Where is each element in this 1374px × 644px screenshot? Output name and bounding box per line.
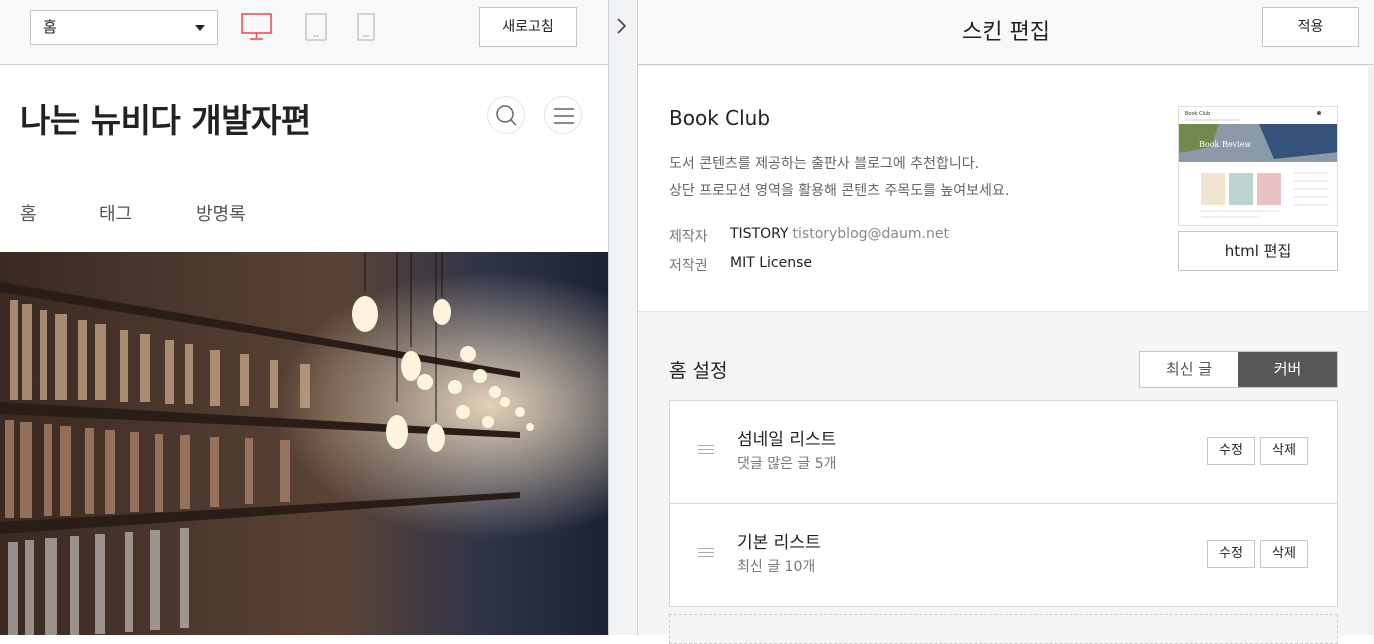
html-edit-button[interactable]: html 편집	[1178, 231, 1338, 271]
mode-latest-posts[interactable]: 최신 글	[1140, 352, 1238, 387]
skin-name: Book Club	[669, 106, 771, 130]
cover-item-title: 섬네일 리스트	[737, 430, 837, 450]
license-value: MIT License	[730, 255, 812, 271]
apply-button[interactable]: 적용	[1262, 7, 1359, 47]
edit-button[interactable]: 수정	[1207, 437, 1255, 465]
edit-button[interactable]: 수정	[1207, 540, 1255, 568]
cover-item-subtitle: 최신 글 10개	[737, 559, 816, 575]
refresh-button[interactable]: 새로고침	[479, 7, 577, 47]
author-email: tistoryblog@daum.net	[792, 226, 949, 242]
tablet-icon[interactable]	[305, 13, 327, 41]
drag-handle-icon[interactable]	[698, 548, 714, 560]
mode-cover[interactable]: 커버	[1238, 352, 1337, 387]
nav-home[interactable]: 홈	[20, 200, 37, 226]
nav-tag[interactable]: 태그	[99, 200, 132, 226]
blog-title[interactable]: 나는 뉴비다 개발자편	[20, 94, 311, 142]
page-select[interactable]: 홈	[30, 10, 218, 45]
cover-list-item: 섬네일 리스트 댓글 많은 글 5개 수정 삭제	[669, 400, 1338, 504]
bookshelf-image	[0, 252, 612, 635]
desktop-icon[interactable]	[241, 13, 272, 41]
author-value: TISTORY tistoryblog@daum.net	[730, 226, 949, 242]
preview-pane: 홈 새로고침 나는 뉴비다 개발자편 홈 태그 방명록	[0, 0, 630, 635]
chevron-down-icon	[195, 25, 205, 31]
mobile-icon[interactable]	[357, 13, 375, 41]
skin-description-line2: 상단 프로모션 영역을 활용해 콘텐츠 주목도를 높여보세요.	[669, 183, 1010, 199]
panel-scrollbar[interactable]	[1368, 66, 1374, 635]
nav-guestbook[interactable]: 방명록	[196, 200, 246, 226]
hamburger-icon	[554, 108, 574, 124]
cover-item-subtitle: 댓글 많은 글 5개	[737, 456, 837, 472]
page-select-value: 홈	[43, 18, 57, 36]
home-settings-title: 홈 설정	[669, 360, 728, 382]
home-mode-toggle: 최신 글 커버	[1139, 351, 1338, 388]
skin-edit-panel: 스킨 편집 적용 Book Club 도서 콘텐츠를 제공하는 출판사 블로그에…	[638, 0, 1374, 644]
chevron-right-icon[interactable]	[609, 0, 637, 52]
cover-list-item: 기본 리스트 최신 글 10개 수정 삭제	[669, 503, 1338, 607]
thumb-banner-text: Book Review	[1199, 140, 1251, 149]
skin-preview-image: Book Club Book Review	[1179, 107, 1337, 225]
menu-button[interactable]	[544, 96, 582, 134]
add-cover-item-area[interactable]	[669, 614, 1338, 644]
skin-info-card: Book Club 도서 콘텐츠를 제공하는 출판사 블로그에 추천합니다. 상…	[638, 66, 1368, 312]
thumb-title: Book Club	[1185, 111, 1210, 117]
preview-toolbar: 홈 새로고침	[0, 0, 608, 65]
search-icon	[496, 105, 517, 126]
blog-preview: 나는 뉴비다 개발자편 홈 태그 방명록	[0, 66, 612, 635]
cover-image	[0, 252, 612, 635]
author-label: 제작자	[669, 229, 708, 245]
author-name: TISTORY	[730, 226, 789, 242]
drag-handle-icon[interactable]	[698, 445, 714, 457]
skin-description-line1: 도서 콘텐츠를 제공하는 출판사 블로그에 추천합니다.	[669, 156, 980, 172]
license-label: 저작권	[669, 258, 708, 274]
panel-header: 스킨 편집 적용	[638, 0, 1374, 65]
delete-button[interactable]: 삭제	[1260, 540, 1308, 568]
search-button[interactable]	[487, 96, 525, 134]
skin-thumbnail: Book Club Book Review	[1178, 106, 1338, 226]
cover-item-title: 기본 리스트	[737, 533, 821, 553]
delete-button[interactable]: 삭제	[1260, 437, 1308, 465]
collapse-strip	[608, 0, 638, 635]
